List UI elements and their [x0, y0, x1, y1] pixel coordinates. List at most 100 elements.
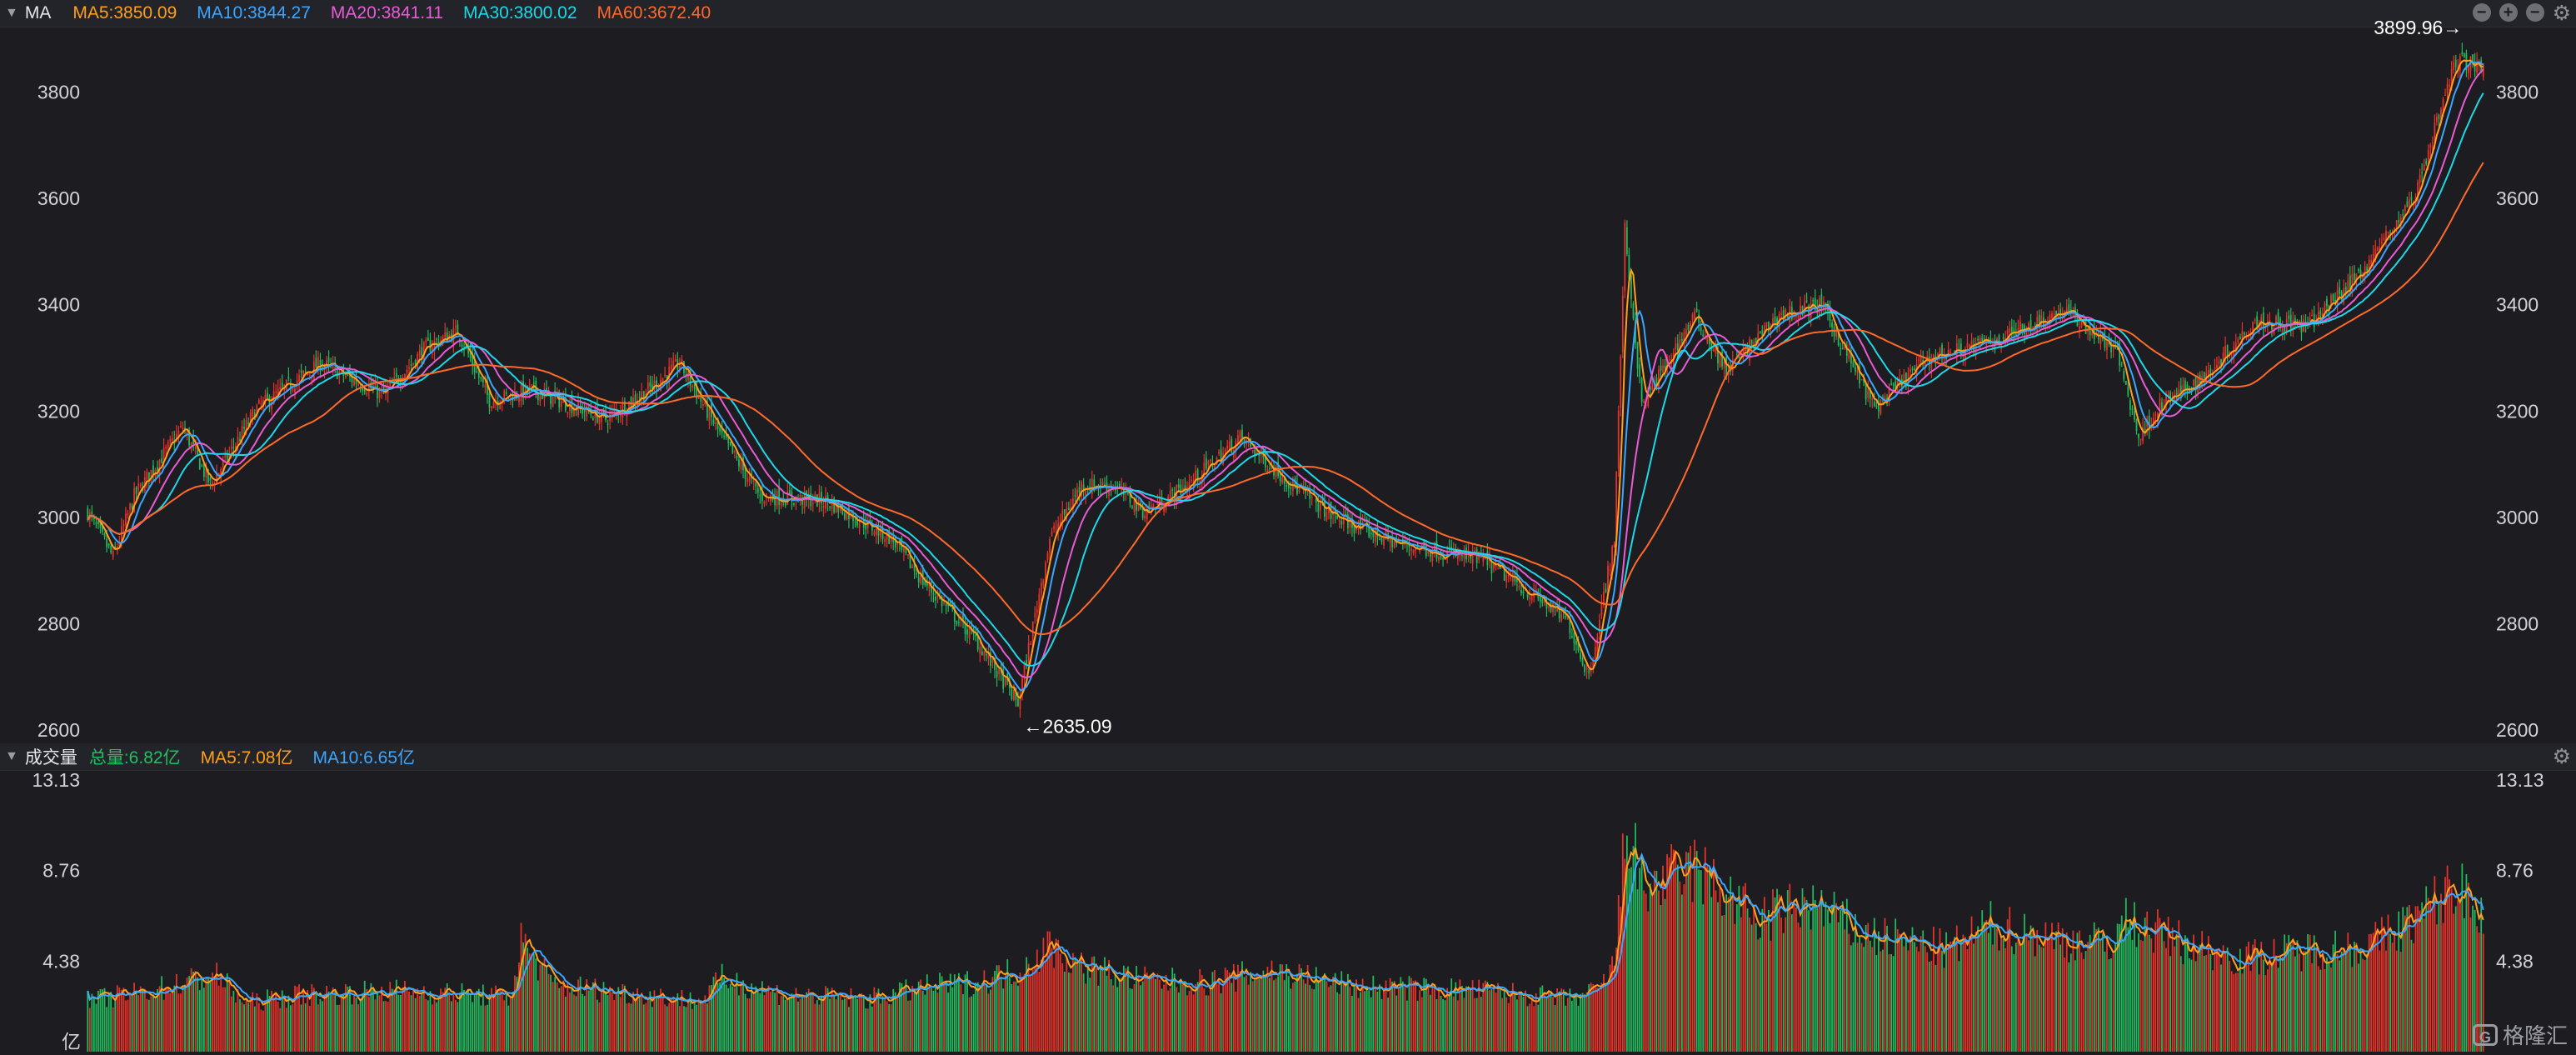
candle-body [1241, 429, 1243, 438]
volume-bar [2359, 948, 2362, 1052]
volume-bar [1753, 904, 1755, 1052]
brand-watermark: G 格隆汇 [2472, 1019, 2568, 1050]
candle-body [2051, 313, 2053, 318]
volume-bar [2165, 948, 2167, 1052]
candle-body [2339, 287, 2341, 294]
candle-body [275, 392, 277, 393]
volume-bar [1148, 979, 1151, 1052]
volume-bar [1112, 985, 1115, 1052]
volume-bar [2264, 975, 2267, 1052]
volume-bar [363, 980, 366, 1052]
candle-body [2038, 314, 2040, 323]
candle-body [2319, 310, 2322, 318]
volume-bar [1346, 973, 1349, 1052]
candle-body [2226, 345, 2229, 357]
volume-bar [2469, 917, 2472, 1052]
volume-bar [987, 993, 990, 1052]
volume-bar [374, 999, 377, 1052]
candle-body [2076, 318, 2079, 327]
candle-body [1600, 603, 1603, 616]
volume-bar [674, 1000, 676, 1052]
candle-body [821, 491, 822, 504]
volume-bar [432, 1004, 433, 1052]
candle-body [712, 419, 715, 424]
volume-bar [1812, 885, 1815, 1052]
volume-bar [1554, 1005, 1556, 1052]
volume-bar [1768, 909, 1770, 1052]
volume-bar [1680, 894, 1683, 1052]
volume-bar [2442, 922, 2444, 1052]
volume-bar [142, 989, 144, 1052]
volume-bar [968, 997, 971, 1052]
candle-body [1066, 508, 1068, 514]
volume-bar [871, 1006, 873, 1052]
volume-bar [377, 992, 378, 1052]
volume-bar [1501, 998, 1504, 1052]
volume-bar [837, 992, 840, 1052]
volume-bar [1310, 988, 1313, 1052]
candle-body [740, 462, 742, 470]
candle-body [843, 513, 846, 519]
candle-body [107, 543, 110, 547]
volume-bar [2216, 948, 2218, 1052]
volume-bar [2383, 926, 2385, 1052]
volume-bar [558, 988, 561, 1052]
volume-bar [700, 1002, 702, 1052]
volume-bar [1770, 940, 1772, 1052]
watermark-text: 格隆汇 [2502, 1023, 2568, 1048]
volume-bar [399, 994, 402, 1052]
candle-body [194, 447, 197, 449]
volume-bar [1165, 974, 1167, 1052]
volume-bar [1486, 982, 1489, 1052]
volume-bar [1860, 942, 1863, 1052]
volume-bar [1231, 982, 1233, 1052]
volume-bar [433, 996, 436, 1052]
candle-body [1855, 367, 1856, 372]
kline-chart[interactable]: 3800 3800 3600 3600 3400 3400 3200 3200 3000 3000… [0, 0, 2576, 1055]
volume-bar [1550, 992, 1552, 1052]
candle-body [1785, 308, 1787, 315]
volume-bar [1937, 948, 1939, 1052]
volume-bar [913, 988, 916, 1052]
volume-bar [1793, 901, 1795, 1052]
volume-bar [1420, 997, 1423, 1052]
volume-bar [1518, 993, 1520, 1052]
volume-bar [2038, 944, 2040, 1052]
candle-body [2429, 144, 2432, 148]
candle-body [444, 332, 447, 338]
volume-bar [1239, 971, 1241, 1052]
volume-bar [1452, 996, 1455, 1052]
candle-body [956, 621, 958, 625]
volume-bar [678, 1006, 681, 1052]
volume-bar [1011, 983, 1013, 1052]
volume-bar [514, 975, 516, 1052]
volume-bar [1672, 849, 1675, 1052]
volume-bar [158, 986, 161, 1052]
candle-body [264, 395, 267, 400]
candle-body [2186, 384, 2189, 392]
volume-bar [1490, 989, 1493, 1052]
volume-bar [706, 1003, 708, 1052]
candle-body [2442, 99, 2444, 111]
volume-bar [1562, 989, 1565, 1052]
candle-body [964, 623, 966, 634]
candle-body [209, 478, 212, 481]
volume-bar [1761, 908, 1764, 1052]
candle-body [2354, 272, 2355, 280]
volume-bar [1691, 902, 1694, 1052]
candle-body [1598, 619, 1600, 634]
volume-bar [597, 999, 598, 1052]
volume-bar [583, 996, 586, 1052]
volume-bar [617, 987, 620, 1052]
candle-body [1865, 383, 1867, 400]
volume-bar [1497, 982, 1499, 1052]
candle-body [1981, 338, 1984, 342]
candle-body [1880, 399, 1882, 414]
volume-bar [776, 984, 778, 1052]
candle-body [281, 382, 283, 388]
candle-body [1959, 343, 1962, 356]
volume-bar [2366, 953, 2369, 1052]
volume-bar [2404, 915, 2406, 1052]
volume-bar [317, 1004, 319, 1052]
volume-bar [683, 1006, 685, 1052]
